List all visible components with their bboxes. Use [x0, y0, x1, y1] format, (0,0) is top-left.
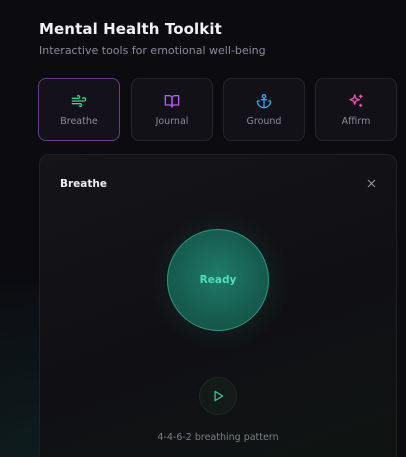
- panel-title: Breathe: [60, 178, 108, 190]
- tool-selector: Breathe Journal Ground Affirm: [38, 78, 406, 143]
- breathing-status: Ready: [199, 274, 237, 286]
- page-subtitle: Interactive tools for emotional well-bei…: [39, 44, 266, 57]
- sparkles-icon: [316, 93, 396, 109]
- tool-label: Ground: [246, 116, 282, 127]
- play-button[interactable]: [199, 377, 237, 415]
- tool-label: Affirm: [341, 116, 371, 127]
- breathe-panel: Breathe Ready 4-4-6-2 breathing pattern: [39, 154, 397, 457]
- page-title: Mental Health Toolkit: [39, 20, 222, 38]
- tool-label: Journal: [155, 116, 189, 127]
- tool-label: Breathe: [60, 116, 98, 127]
- breathing-orb: Ready: [167, 229, 269, 331]
- book-open-icon: [132, 93, 212, 109]
- tool-affirm-button[interactable]: Affirm: [315, 78, 397, 141]
- wind-icon: [39, 93, 119, 109]
- tool-ground-button[interactable]: Ground: [223, 78, 305, 141]
- close-icon: [367, 179, 375, 187]
- anchor-icon: [224, 93, 304, 109]
- tool-journal-button[interactable]: Journal: [131, 78, 213, 141]
- close-button[interactable]: [364, 176, 378, 190]
- breathing-pattern-label: 4-4-6-2 breathing pattern: [157, 432, 279, 443]
- tool-breathe-button[interactable]: Breathe: [38, 78, 120, 141]
- play-icon: [214, 390, 224, 402]
- mental-health-toolkit-page: Mental Health Toolkit Interactive tools …: [0, 0, 406, 457]
